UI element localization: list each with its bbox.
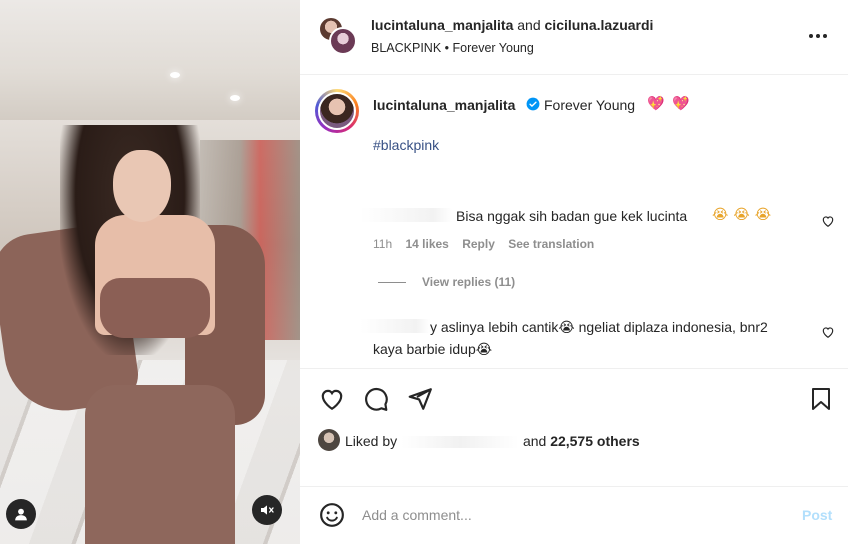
caption-hearts: 💖 💖 xyxy=(647,95,692,111)
more-horizontal-icon xyxy=(809,34,827,38)
divider xyxy=(300,486,848,487)
post-authors: lucintaluna_manjalita and ciciluna.lazua… xyxy=(371,17,653,33)
liked-by-prefix: Liked by xyxy=(345,433,398,449)
author-connector: and xyxy=(517,17,541,33)
more-options-button[interactable] xyxy=(806,24,830,48)
verified-badge-icon xyxy=(526,97,540,111)
smiley-icon xyxy=(320,503,344,527)
comment-emoji: 😭😭😭 xyxy=(712,206,777,222)
caption-text: Forever Young xyxy=(544,97,636,113)
likes-count-link[interactable]: 22,575 others xyxy=(550,433,640,449)
save-button[interactable] xyxy=(808,386,834,412)
pants xyxy=(85,385,235,544)
author-secondary-link[interactable]: ciciluna.lazuardi xyxy=(545,17,654,33)
comment-username-redacted xyxy=(360,208,452,222)
ceiling-light xyxy=(170,72,180,78)
comment-username-redacted xyxy=(360,319,430,333)
caption-avatar[interactable] xyxy=(315,89,359,133)
ceiling-light xyxy=(230,95,240,101)
media-background xyxy=(0,0,300,120)
sports-top xyxy=(100,278,210,338)
replies-divider xyxy=(378,282,406,283)
comment-time[interactable]: 11h xyxy=(373,237,392,251)
post-header: lucintaluna_manjalita and ciciluna.lazua… xyxy=(300,0,848,75)
heart-icon xyxy=(321,389,343,411)
liked-by-connector: and xyxy=(522,433,547,449)
liked-by-avatar[interactable] xyxy=(318,429,340,451)
user-tag-button[interactable] xyxy=(6,499,36,529)
reply-button[interactable]: Reply xyxy=(462,237,495,251)
audio-link[interactable]: BLACKPINK • Forever Young xyxy=(371,41,534,55)
see-translation-button[interactable]: See translation xyxy=(508,237,594,251)
user-icon xyxy=(15,508,27,521)
collab-avatars[interactable] xyxy=(318,16,358,56)
comment-text: kaya barbie idup😭 xyxy=(373,341,493,357)
bookmark-icon xyxy=(812,388,830,410)
author-primary-link[interactable]: lucintaluna_manjalita xyxy=(371,17,513,33)
view-replies-button[interactable]: View replies (11) xyxy=(422,275,515,289)
liked-by-username-redacted xyxy=(401,436,520,449)
face xyxy=(113,150,171,222)
post-media[interactable] xyxy=(0,0,300,544)
paper-plane-icon xyxy=(408,388,432,410)
caption-username[interactable]: lucintaluna_manjalita xyxy=(373,97,515,113)
emoji-picker-button[interactable] xyxy=(319,502,345,528)
hashtag-link[interactable]: #blackpink xyxy=(373,137,439,153)
comment-like-heart-icon[interactable] xyxy=(821,214,835,228)
mute-button[interactable] xyxy=(252,495,282,525)
post-side-panel: lucintaluna_manjalita and ciciluna.lazua… xyxy=(300,0,848,544)
comment-text: y aslinya lebih cantik😭 ngeliat diplaza … xyxy=(430,319,768,335)
divider xyxy=(300,368,848,369)
add-comment-input[interactable] xyxy=(362,505,782,525)
muted-speaker-icon xyxy=(261,505,274,515)
comment-icon xyxy=(365,387,388,411)
post-comment-button[interactable]: Post xyxy=(802,507,832,523)
comment-like-heart-icon[interactable] xyxy=(821,325,835,339)
avatar xyxy=(329,27,357,55)
like-button[interactable] xyxy=(319,386,345,412)
comment-avatar[interactable] xyxy=(318,202,350,234)
liked-by-text: Liked by and 22,575 others xyxy=(345,433,640,449)
share-button[interactable] xyxy=(407,386,433,412)
avatar xyxy=(318,92,356,130)
comment-button[interactable] xyxy=(363,386,389,412)
comment-likes[interactable]: 14 likes xyxy=(405,237,448,251)
comment-text: Bisa nggak sih badan gue kek lucinta xyxy=(456,208,688,224)
comment-meta: 11h 14 likes Reply See translation xyxy=(373,237,604,251)
